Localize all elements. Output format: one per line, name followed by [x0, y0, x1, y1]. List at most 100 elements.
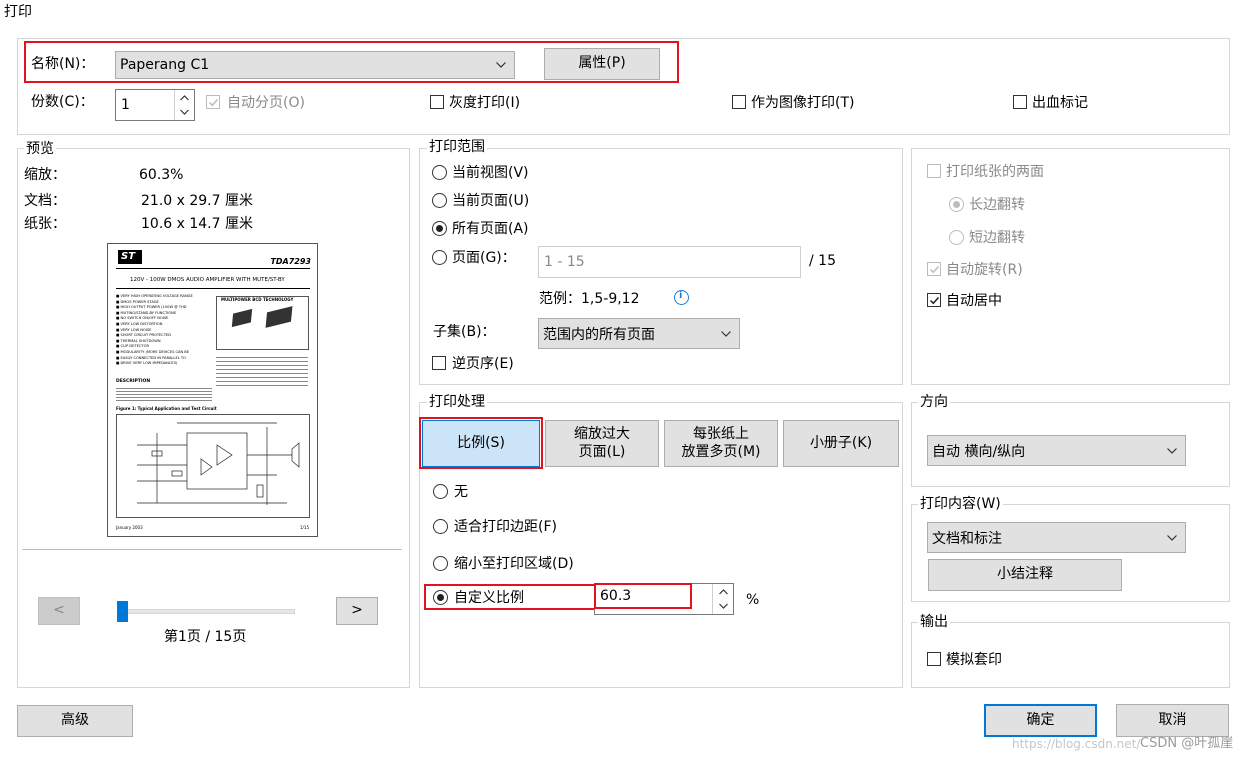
copies-label: 份数(C)：: [31, 94, 94, 110]
subset-select[interactable]: 范围内的所有页面: [538, 318, 740, 349]
bleed-checkbox[interactable]: [1013, 95, 1027, 109]
chevron-down-icon: [1167, 447, 1177, 454]
scale-shrink-label: 缩小至打印区域(D): [454, 556, 574, 572]
thumb-heading: 120V - 100W DMOS AUDIO AMPLIFIER WITH MU…: [130, 277, 285, 283]
check-icon: [929, 296, 940, 305]
preview-page-thumbnail: ST TDA7293 120V - 100W DMOS AUDIO AMPLIF…: [107, 243, 318, 537]
collate-label: 自动分页(O): [227, 95, 305, 111]
page-indicator: 第1页 / 15页: [164, 629, 247, 645]
range-pages-radio[interactable]: [432, 250, 447, 265]
long-edge-label: 长边翻转: [969, 197, 1025, 213]
scale-none-radio[interactable]: [433, 484, 448, 499]
auto-center-checkbox[interactable]: [927, 293, 941, 307]
output-legend: 输出: [918, 614, 950, 630]
paper-size-value: 10.6 x 14.7 厘米: [141, 216, 253, 232]
thumb-text-right: [216, 354, 308, 414]
orientation-legend: 方向: [918, 394, 950, 410]
scale-fit-margins-label: 适合打印边距(F): [454, 519, 557, 535]
tab-booklet[interactable]: 小册子(K): [783, 420, 899, 467]
highlight-scale-tab: [419, 417, 543, 469]
page-slider-thumb[interactable]: [117, 601, 128, 622]
orientation-select[interactable]: 自动 横向/纵向: [927, 435, 1186, 466]
thumb-box-title: MULTIPOWER BCD TECHNOLOGY: [221, 297, 294, 302]
scale-fit-margins-radio[interactable]: [433, 519, 448, 534]
range-example: 范例：1,5-9,12: [539, 291, 640, 307]
duplex-label: 打印纸张的两面: [946, 164, 1044, 180]
st-logo: ST: [118, 250, 142, 264]
range-all-pages-label: 所有页面(A): [452, 221, 529, 237]
highlight-printer-box: [24, 41, 679, 83]
zoom-label: 缩放：: [24, 167, 66, 183]
orientation-value: 自动 横向/纵向: [932, 443, 1026, 460]
summarize-comments-button[interactable]: 小结注释: [928, 559, 1122, 591]
copies-spinner[interactable]: [174, 90, 194, 120]
print-handling-legend: 打印处理: [427, 394, 487, 410]
percent-sign: %: [746, 592, 760, 608]
as-image-checkbox[interactable]: [732, 95, 746, 109]
thumb-features: ■ VERY HIGH OPERATING VOLTAGE RANGE ■ DMO…: [116, 294, 216, 367]
tab-multiple-pages[interactable]: 每张纸上 放置多页(M): [664, 420, 778, 467]
doc-size-label: 文档：: [24, 193, 66, 209]
thumb-feature-item: ■ DRIVE VERY LOW IMPEDANCES): [116, 361, 178, 366]
ok-button[interactable]: 确定: [984, 704, 1097, 737]
reverse-checkbox[interactable]: [432, 356, 446, 370]
check-icon: [208, 98, 219, 107]
duplex-checkbox[interactable]: [927, 164, 941, 178]
grayscale-label: 灰度打印(I): [449, 95, 521, 111]
watermark-url: https://blog.csdn.net/: [1012, 737, 1141, 751]
doc-size-value: 21.0 x 29.7 厘米: [141, 193, 253, 209]
subset-value: 范围内的所有页面: [543, 326, 655, 343]
long-edge-radio[interactable]: [949, 197, 964, 212]
thumb-desc-lines: [116, 386, 212, 403]
grayscale-checkbox[interactable]: [430, 95, 444, 109]
thumb-figure-caption: Figure 1: Typical Application and Test C…: [116, 406, 217, 411]
simulate-overprint-checkbox[interactable]: [927, 652, 941, 666]
print-range-legend: 打印范围: [427, 139, 487, 155]
short-edge-radio[interactable]: [949, 230, 964, 245]
zoom-value: 60.3%: [139, 167, 184, 183]
tab-fit-oversized[interactable]: 缩放过大 页面(L): [545, 420, 659, 467]
highlight-custom-value: [594, 583, 692, 609]
advanced-button[interactable]: 高级: [17, 705, 133, 737]
range-pages-label: 页面(G)：: [452, 250, 516, 266]
thumb-description: DESCRIPTION: [116, 379, 151, 384]
check-icon: [929, 265, 940, 274]
print-content-legend: 打印内容(W): [918, 496, 1003, 512]
prev-page-button[interactable]: <: [38, 597, 80, 625]
highlight-custom-radio: [424, 584, 596, 610]
preview-legend: 预览: [24, 141, 56, 157]
spin-down-icon[interactable]: [719, 603, 728, 609]
print-content-value: 文档和标注: [932, 530, 1002, 547]
chevron-down-icon: [721, 330, 731, 337]
pages-total: / 15: [809, 253, 836, 269]
spin-down-icon[interactable]: [180, 109, 189, 115]
range-all-pages-radio[interactable]: [432, 221, 447, 236]
thumb-footer-left: January 2003: [116, 525, 143, 530]
next-page-button[interactable]: >: [336, 597, 378, 625]
thumb-footer-right: 1/15: [300, 525, 309, 530]
short-edge-label: 短边翻转: [969, 230, 1025, 246]
reverse-label: 逆页序(E): [452, 356, 514, 372]
auto-rotate-label: 自动旋转(R): [946, 262, 1023, 278]
page-slider-track[interactable]: [117, 609, 295, 614]
simulate-overprint-label: 模拟套印: [946, 652, 1002, 668]
thumb-circuit: [116, 414, 310, 518]
spin-up-icon[interactable]: [180, 95, 189, 101]
pages-input[interactable]: 1 - 15: [538, 246, 801, 278]
copies-value: 1: [121, 97, 130, 113]
scale-shrink-radio[interactable]: [433, 556, 448, 571]
auto-center-label: 自动居中: [946, 293, 1002, 309]
preview-divider: [22, 549, 402, 550]
window-title: 打印: [4, 4, 32, 20]
info-icon[interactable]: i: [674, 290, 689, 305]
range-current-view-radio[interactable]: [432, 165, 447, 180]
cancel-button[interactable]: 取消: [1116, 704, 1229, 737]
auto-rotate-checkbox[interactable]: [927, 262, 941, 276]
spin-up-icon[interactable]: [719, 589, 728, 595]
collate-checkbox[interactable]: [206, 95, 220, 109]
range-current-page-radio[interactable]: [432, 193, 447, 208]
paper-size-label: 纸张：: [24, 216, 66, 232]
custom-scale-spinner[interactable]: [712, 584, 733, 614]
as-image-label: 作为图像打印(T): [751, 95, 855, 111]
print-content-select[interactable]: 文档和标注: [927, 522, 1186, 553]
